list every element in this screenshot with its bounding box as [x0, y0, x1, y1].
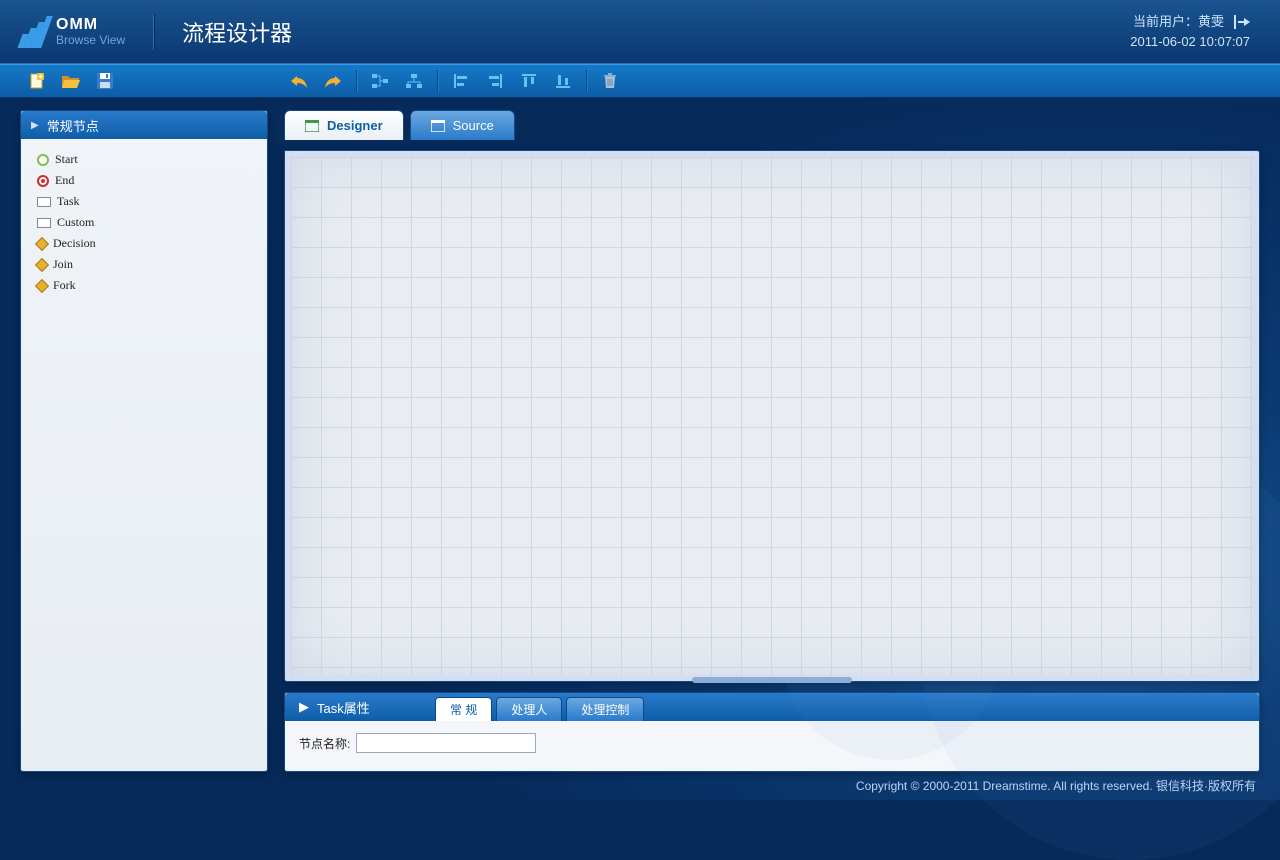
tree-collapse-button[interactable]: [397, 67, 431, 95]
toolbar: [0, 64, 1280, 98]
tab-designer[interactable]: Designer: [284, 110, 404, 140]
fork-icon: [35, 278, 49, 292]
node-item-start[interactable]: Start: [25, 149, 263, 170]
node-item-label: Start: [55, 152, 78, 167]
tab-label: Designer: [327, 118, 383, 133]
main-area: ▶ 常规节点 Start End Task Custom Decision Join For…: [0, 98, 1280, 772]
brand-name: OMM: [56, 16, 125, 34]
undo-button[interactable]: [282, 67, 316, 95]
start-icon: [37, 154, 49, 166]
page-title: 流程设计器: [182, 16, 292, 48]
property-tab-处理人[interactable]: 处理人: [496, 697, 562, 721]
node-item-label: Join: [53, 257, 73, 272]
collapse-icon: ▶: [299, 699, 309, 715]
align-right-button[interactable]: [478, 67, 512, 95]
properties-body: 节点名称:: [285, 721, 1259, 771]
open-file-button[interactable]: [54, 67, 88, 95]
node-item-custom[interactable]: Custom: [25, 212, 263, 233]
user-name: 黄雯: [1198, 14, 1224, 29]
window-icon: [305, 120, 319, 132]
tab-label: Source: [453, 118, 494, 133]
property-tab-处理控制[interactable]: 处理控制: [566, 697, 644, 721]
sidebar-title: 常规节点: [47, 116, 99, 135]
new-file-button[interactable]: [20, 67, 54, 95]
datetime: 2011-06-02 10:07:07: [1130, 32, 1250, 52]
node-item-label: End: [55, 173, 74, 188]
task-icon: [37, 197, 51, 207]
decision-icon: [35, 236, 49, 250]
align-top-button[interactable]: [512, 67, 546, 95]
user-label: 当前用户：: [1133, 14, 1198, 29]
redo-button[interactable]: [316, 67, 350, 95]
window-icon: [431, 120, 445, 132]
header-userinfo: 当前用户：黄雯 2011-06-02 10:07:07: [1130, 12, 1250, 51]
properties-title: Task属性: [317, 698, 370, 717]
design-canvas[interactable]: [291, 157, 1253, 675]
node-item-task[interactable]: Task: [25, 191, 263, 212]
sidebar-header[interactable]: ▶ 常规节点: [21, 111, 267, 139]
brand-logo: OMM Browse View: [20, 16, 125, 48]
save-file-button[interactable]: [88, 67, 122, 95]
align-left-button[interactable]: [444, 67, 478, 95]
tab-source[interactable]: Source: [410, 110, 515, 140]
logout-icon[interactable]: [1234, 15, 1250, 29]
align-bottom-button[interactable]: [546, 67, 580, 95]
canvas-container: [284, 150, 1260, 682]
delete-button[interactable]: [593, 67, 627, 95]
editor-tabs: Designer Source: [284, 110, 1260, 140]
node-name-input[interactable]: [356, 733, 536, 753]
logo-icon: [20, 16, 48, 48]
custom-icon: [37, 218, 51, 228]
node-item-join[interactable]: Join: [25, 254, 263, 275]
node-item-label: Task: [57, 194, 80, 209]
node-name-label: 节点名称:: [299, 735, 350, 752]
properties-panel: ▶ Task属性 常 规处理人处理控制 节点名称:: [284, 692, 1260, 772]
collapse-icon: ▶: [31, 120, 39, 131]
node-item-label: Decision: [53, 236, 96, 251]
properties-header[interactable]: ▶ Task属性: [285, 693, 435, 721]
sidebar-palette: ▶ 常规节点 Start End Task Custom Decision Join For…: [20, 110, 268, 772]
node-list: Start End Task Custom Decision Join Fork: [21, 139, 267, 306]
brand-subtitle: Browse View: [56, 34, 125, 47]
node-item-label: Custom: [57, 215, 94, 230]
footer-copyright: Copyright © 2000-2011 Dreamstime. All ri…: [856, 777, 1256, 794]
node-item-fork[interactable]: Fork: [25, 275, 263, 296]
editor-column: Designer Source ▶ Task属性 常 规处理人处理控制 节点名称:: [284, 110, 1260, 772]
property-tab-常规[interactable]: 常 规: [435, 697, 492, 721]
property-tabs: 常 规处理人处理控制: [435, 693, 648, 721]
node-item-decision[interactable]: Decision: [25, 233, 263, 254]
tree-expand-button[interactable]: [363, 67, 397, 95]
app-header: OMM Browse View 流程设计器 当前用户：黄雯 2011-06-02…: [0, 0, 1280, 64]
end-icon: [37, 175, 49, 187]
join-icon: [35, 257, 49, 271]
node-item-label: Fork: [53, 278, 76, 293]
horizontal-scrollbar[interactable]: [692, 677, 852, 683]
divider: [153, 14, 154, 50]
node-item-end[interactable]: End: [25, 170, 263, 191]
